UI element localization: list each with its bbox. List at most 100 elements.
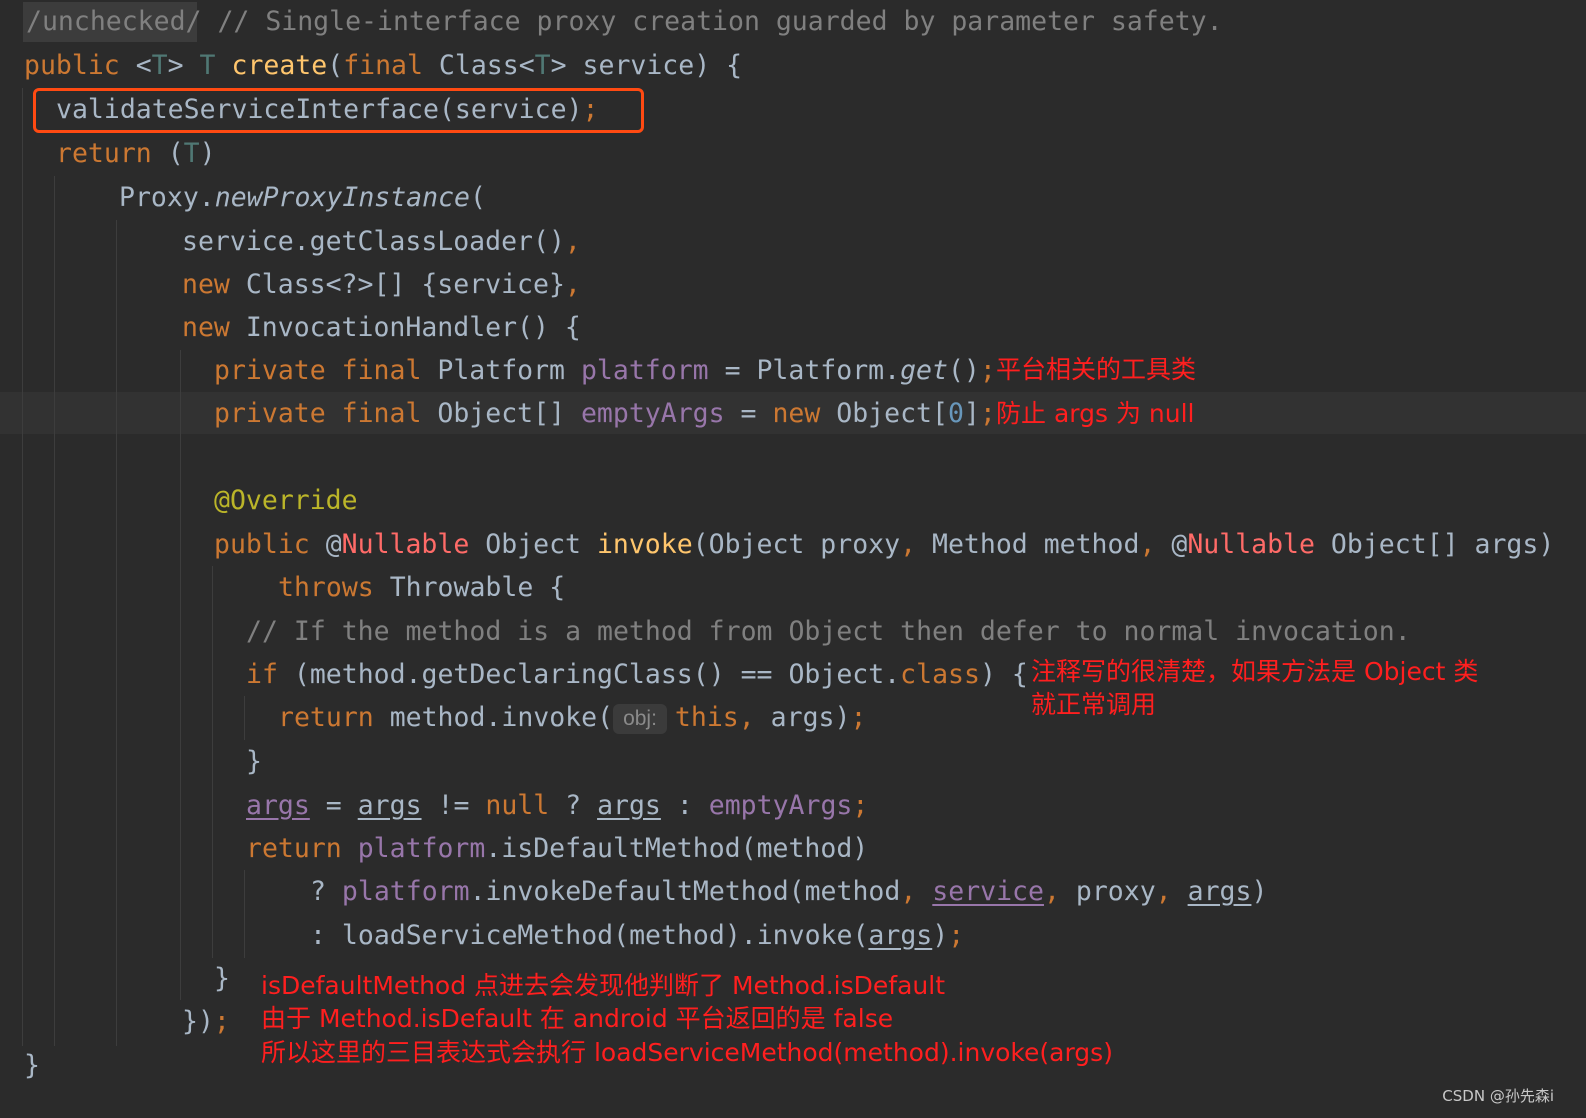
code-token: (method.getDeclaringClass() == Object.	[277, 659, 901, 690]
code-token: ]	[963, 398, 980, 429]
comma-token: ,	[1043, 876, 1060, 907]
type-param-token: T	[199, 50, 216, 81]
code-comment: // If the method is a method from Object…	[246, 616, 1411, 647]
code-token: ) {	[979, 659, 1028, 690]
type-param-token: T	[151, 50, 168, 81]
keyword-token: public	[24, 50, 120, 81]
code-token: !=	[421, 790, 486, 821]
keyword-token: throws	[278, 572, 374, 603]
code-line-12: public @Nullable Object invoke(Object pr…	[214, 523, 1554, 567]
keyword-token: new	[182, 269, 230, 300]
code-token: ?	[549, 790, 598, 821]
code-line-17: }	[246, 740, 262, 784]
code-token: )	[199, 138, 216, 169]
code-token: .isDefaultMethod(method)	[485, 833, 869, 864]
code-token: InvocationHandler() {	[229, 312, 581, 343]
code-line-21: : loadServiceMethod(method).invoke(args)…	[310, 914, 964, 958]
code-comment: // Single-interface proxy creation guard…	[201, 6, 1223, 37]
semicolon-token: ;	[979, 398, 996, 429]
code-line-16: return method.invoke(obj: this, args);	[278, 696, 866, 740]
emptyargs-note: 防止 args 为 null	[996, 399, 1195, 428]
code-line-13: throws Throwable {	[278, 566, 565, 610]
code-token: Object[] args)	[1314, 529, 1555, 560]
validate-highlight-box	[33, 88, 644, 133]
annotation-token: @Override	[214, 485, 358, 516]
code-line-8: new InvocationHandler() {	[182, 306, 581, 350]
code-line-2: public <T> T create(final Class<T> servi…	[24, 44, 742, 88]
keyword-token: new	[182, 312, 230, 343]
static-method-token: newProxyInstance	[214, 182, 471, 213]
code-line-5: Proxy.newProxyInstance(	[119, 176, 486, 220]
comma-token: ,	[738, 702, 755, 733]
code-token: =	[724, 398, 773, 429]
comma-token: ,	[900, 529, 917, 560]
semicolon-token: ;	[850, 702, 867, 733]
comma-token: ,	[564, 269, 581, 300]
code-token: (	[151, 138, 184, 169]
field-token: emptyArgs	[580, 398, 725, 429]
keyword-token: final	[343, 50, 423, 81]
indent-guide	[244, 696, 245, 740]
code-line-19: return platform.isDefaultMethod(method)	[246, 827, 868, 871]
keyword-token: public	[214, 529, 310, 560]
code-token: )	[1251, 876, 1268, 907]
reassigned-var-token: args	[868, 920, 933, 951]
reassigned-var-token: args	[246, 790, 310, 821]
code-token: @	[309, 529, 342, 560]
semicolon-token: ;	[979, 355, 996, 386]
code-token: (	[470, 182, 486, 213]
code-token: args)	[754, 702, 851, 733]
object-note-line-2: 就正常调用	[1031, 690, 1157, 719]
code-token: Class<?>[] {service}	[229, 269, 565, 300]
code-token: > service) {	[550, 50, 743, 81]
default-note-line-1: isDefaultMethod 点进去会发现他判断了 Method.isDefa…	[261, 971, 945, 1000]
field-token: platform	[341, 876, 470, 907]
code-token: Class<	[422, 50, 535, 81]
code-token: }	[24, 1050, 40, 1081]
code-token: Throwable {	[373, 572, 566, 603]
unchecked-token: /unchecked/	[26, 6, 202, 37]
indent-guide	[180, 350, 181, 1000]
code-line-9: private final Platform platform = Platfo…	[214, 349, 996, 393]
code-line-15: if (method.getDeclaringClass() == Object…	[246, 653, 1028, 697]
code-line-1: /unchecked/ // Single-interface proxy cr…	[26, 0, 1223, 44]
code-line-6: service.getClassLoader(),	[182, 220, 581, 264]
field-token: platform	[580, 355, 709, 386]
type-param-token: T	[183, 138, 200, 169]
code-token: method.invoke(	[373, 702, 614, 733]
field-token: emptyArgs	[708, 790, 853, 821]
code-line-23: });	[182, 1000, 230, 1044]
code-token: :	[660, 790, 709, 821]
comma-token: ,	[1139, 529, 1156, 560]
indent-guide	[244, 870, 245, 958]
indent-guide	[54, 176, 55, 1046]
code-line-14: // If the method is a method from Object…	[246, 610, 1411, 654]
keyword-token: null	[485, 790, 550, 821]
method-name-token: invoke	[596, 529, 693, 560]
code-token: ()	[947, 355, 980, 386]
keyword-token: return	[246, 833, 342, 864]
code-token: <	[119, 50, 152, 81]
reassigned-var-token: args	[597, 790, 661, 821]
comma-token: ,	[900, 876, 917, 907]
code-token: (Object proxy	[692, 529, 901, 560]
code-token: }	[246, 746, 262, 777]
default-note-line-3: 所以这里的三目表达式会执行 loadServiceMethod(method).…	[261, 1038, 1113, 1067]
default-note-line-2: 由于 Method.isDefault 在 android 平台返回的是 fal…	[261, 1004, 894, 1033]
keyword-token: class	[900, 659, 980, 690]
code-token: Object	[469, 529, 597, 560]
code-token: Platform	[421, 355, 581, 386]
nullable-token: Nullable	[341, 529, 470, 560]
reassigned-var-token: args	[1187, 876, 1252, 907]
semicolon-token: ;	[852, 790, 869, 821]
object-note-line-1: 注释写的很清楚，如果方法是 Object 类	[1031, 657, 1479, 686]
code-line-4: return (T)	[56, 132, 216, 176]
code-token: Object[	[820, 398, 948, 429]
indent-guide	[212, 566, 213, 958]
code-token: .invokeDefaultMethod(method	[469, 876, 901, 907]
code-token: (	[327, 50, 344, 81]
